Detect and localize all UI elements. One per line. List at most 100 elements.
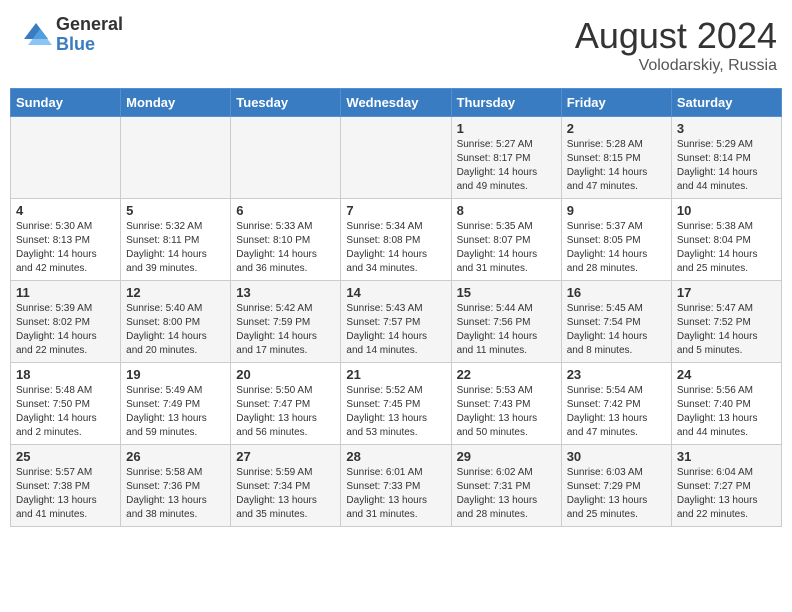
day-info: Sunrise: 5:57 AM Sunset: 7:38 PM Dayligh… (16, 466, 115, 522)
day-number: 31 (677, 449, 776, 464)
calendar-header-row: SundayMondayTuesdayWednesdayThursdayFrid… (11, 89, 782, 117)
day-info: Sunrise: 5:37 AM Sunset: 8:05 PM Dayligh… (567, 220, 666, 276)
day-info: Sunrise: 6:02 AM Sunset: 7:31 PM Dayligh… (457, 466, 556, 522)
day-info: Sunrise: 5:54 AM Sunset: 7:42 PM Dayligh… (567, 384, 666, 440)
day-info: Sunrise: 5:48 AM Sunset: 7:50 PM Dayligh… (16, 384, 115, 440)
calendar-cell: 28 Sunrise: 6:01 AM Sunset: 7:33 PM Dayli… (341, 445, 451, 527)
day-number: 24 (677, 367, 776, 382)
day-number: 26 (126, 449, 225, 464)
day-info: Sunrise: 5:34 AM Sunset: 8:08 PM Dayligh… (346, 220, 445, 276)
calendar-cell: 1Sunrise: 5:27 AM Sunset: 8:17 PM Daylig… (451, 117, 561, 199)
logo-icon (20, 19, 52, 51)
day-info: Sunrise: 6:01 AM Sunset: 7:33 PM Dayligh… (346, 466, 445, 522)
day-info: Sunrise: 5:38 AM Sunset: 8:04 PM Dayligh… (677, 220, 776, 276)
day-info: Sunrise: 5:52 AM Sunset: 7:45 PM Dayligh… (346, 384, 445, 440)
day-info: Sunrise: 5:58 AM Sunset: 7:36 PM Dayligh… (126, 466, 225, 522)
page-header: General Blue August 2024 Volodarskiy, Ru… (10, 10, 782, 80)
title-block: August 2024 Volodarskiy, Russia (575, 15, 777, 75)
day-number: 18 (16, 367, 115, 382)
calendar-cell: 30Sunrise: 6:03 AM Sunset: 7:29 PM Dayli… (561, 445, 671, 527)
day-number: 3 (677, 121, 776, 136)
logo-general-text: General (56, 15, 123, 35)
day-number: 25 (16, 449, 115, 464)
day-number: 28 (346, 449, 445, 464)
day-number: 29 (457, 449, 556, 464)
day-info: Sunrise: 5:30 AM Sunset: 8:13 PM Dayligh… (16, 220, 115, 276)
day-number: 7 (346, 203, 445, 218)
day-number: 17 (677, 285, 776, 300)
day-info: Sunrise: 5:33 AM Sunset: 8:10 PM Dayligh… (236, 220, 335, 276)
calendar-cell: 22Sunrise: 5:53 AM Sunset: 7:43 PM Dayli… (451, 363, 561, 445)
calendar-cell: 4 Sunrise: 5:30 AM Sunset: 8:13 PM Daylig… (11, 199, 121, 281)
day-number: 2 (567, 121, 666, 136)
day-header-monday: Monday (121, 89, 231, 117)
day-header-sunday: Sunday (11, 89, 121, 117)
calendar-cell: 2Sunrise: 5:28 AM Sunset: 8:15 PM Daylig… (561, 117, 671, 199)
calendar-week-row: 4 Sunrise: 5:30 AM Sunset: 8:13 PM Daylig… (11, 199, 782, 281)
day-info: Sunrise: 5:50 AM Sunset: 7:47 PM Dayligh… (236, 384, 335, 440)
calendar-cell (121, 117, 231, 199)
day-number: 9 (567, 203, 666, 218)
day-header-thursday: Thursday (451, 89, 561, 117)
calendar-cell: 25 Sunrise: 5:57 AM Sunset: 7:38 PM Dayli… (11, 445, 121, 527)
day-number: 23 (567, 367, 666, 382)
day-number: 8 (457, 203, 556, 218)
calendar-cell: 16Sunrise: 5:45 AM Sunset: 7:54 PM Dayli… (561, 281, 671, 363)
calendar-cell: 7 Sunrise: 5:34 AM Sunset: 8:08 PM Daylig… (341, 199, 451, 281)
calendar-cell (341, 117, 451, 199)
day-number: 13 (236, 285, 335, 300)
calendar-cell: 27Sunrise: 5:59 AM Sunset: 7:34 PM Dayli… (231, 445, 341, 527)
day-info: Sunrise: 5:32 AM Sunset: 8:11 PM Dayligh… (126, 220, 225, 276)
calendar-cell: 23 Sunrise: 5:54 AM Sunset: 7:42 PM Dayli… (561, 363, 671, 445)
calendar-table: SundayMondayTuesdayWednesdayThursdayFrid… (10, 88, 782, 527)
calendar-cell: 10 Sunrise: 5:38 AM Sunset: 8:04 PM Dayli… (671, 199, 781, 281)
day-number: 11 (16, 285, 115, 300)
calendar-cell: 31 Sunrise: 6:04 AM Sunset: 7:27 PM Dayli… (671, 445, 781, 527)
calendar-cell: 6 Sunrise: 5:33 AM Sunset: 8:10 PM Daylig… (231, 199, 341, 281)
day-number: 14 (346, 285, 445, 300)
calendar-cell: 3Sunrise: 5:29 AM Sunset: 8:14 PM Daylig… (671, 117, 781, 199)
calendar-cell: 17 Sunrise: 5:47 AM Sunset: 7:52 PM Dayli… (671, 281, 781, 363)
day-info: Sunrise: 5:47 AM Sunset: 7:52 PM Dayligh… (677, 302, 776, 358)
calendar-cell: 18 Sunrise: 5:48 AM Sunset: 7:50 PM Dayli… (11, 363, 121, 445)
day-info: Sunrise: 5:43 AM Sunset: 7:57 PM Dayligh… (346, 302, 445, 358)
calendar-cell: 14 Sunrise: 5:43 AM Sunset: 7:57 PM Dayli… (341, 281, 451, 363)
calendar-cell: 26 Sunrise: 5:58 AM Sunset: 7:36 PM Dayli… (121, 445, 231, 527)
day-number: 22 (457, 367, 556, 382)
day-number: 6 (236, 203, 335, 218)
day-info: Sunrise: 5:45 AM Sunset: 7:54 PM Dayligh… (567, 302, 666, 358)
month-year-title: August 2024 (575, 15, 777, 57)
calendar-cell (231, 117, 341, 199)
calendar-cell: 13 Sunrise: 5:42 AM Sunset: 7:59 PM Dayli… (231, 281, 341, 363)
logo-blue-text: Blue (56, 35, 123, 55)
location-subtitle: Volodarskiy, Russia (575, 57, 777, 75)
calendar-cell: 11 Sunrise: 5:39 AM Sunset: 8:02 PM Dayli… (11, 281, 121, 363)
calendar-week-row: 1Sunrise: 5:27 AM Sunset: 8:17 PM Daylig… (11, 117, 782, 199)
calendar-cell: 20 Sunrise: 5:50 AM Sunset: 7:47 PM Dayli… (231, 363, 341, 445)
day-number: 12 (126, 285, 225, 300)
day-info: Sunrise: 5:42 AM Sunset: 7:59 PM Dayligh… (236, 302, 335, 358)
day-info: Sunrise: 5:40 AM Sunset: 8:00 PM Dayligh… (126, 302, 225, 358)
day-info: Sunrise: 5:35 AM Sunset: 8:07 PM Dayligh… (457, 220, 556, 276)
day-info: Sunrise: 5:56 AM Sunset: 7:40 PM Dayligh… (677, 384, 776, 440)
day-header-tuesday: Tuesday (231, 89, 341, 117)
day-number: 1 (457, 121, 556, 136)
calendar-cell: 5Sunrise: 5:32 AM Sunset: 8:11 PM Daylig… (121, 199, 231, 281)
day-number: 21 (346, 367, 445, 382)
calendar-week-row: 25 Sunrise: 5:57 AM Sunset: 7:38 PM Dayli… (11, 445, 782, 527)
day-info: Sunrise: 5:49 AM Sunset: 7:49 PM Dayligh… (126, 384, 225, 440)
day-info: Sunrise: 5:39 AM Sunset: 8:02 PM Dayligh… (16, 302, 115, 358)
day-info: Sunrise: 5:44 AM Sunset: 7:56 PM Dayligh… (457, 302, 556, 358)
calendar-cell: 21 Sunrise: 5:52 AM Sunset: 7:45 PM Dayli… (341, 363, 451, 445)
day-number: 4 (16, 203, 115, 218)
calendar-week-row: 11 Sunrise: 5:39 AM Sunset: 8:02 PM Dayli… (11, 281, 782, 363)
day-number: 15 (457, 285, 556, 300)
day-number: 20 (236, 367, 335, 382)
day-header-wednesday: Wednesday (341, 89, 451, 117)
calendar-cell: 12 Sunrise: 5:40 AM Sunset: 8:00 PM Dayli… (121, 281, 231, 363)
calendar-cell: 8 Sunrise: 5:35 AM Sunset: 8:07 PM Daylig… (451, 199, 561, 281)
day-info: Sunrise: 6:04 AM Sunset: 7:27 PM Dayligh… (677, 466, 776, 522)
day-number: 10 (677, 203, 776, 218)
logo: General Blue (20, 15, 123, 55)
calendar-cell: 9 Sunrise: 5:37 AM Sunset: 8:05 PM Daylig… (561, 199, 671, 281)
